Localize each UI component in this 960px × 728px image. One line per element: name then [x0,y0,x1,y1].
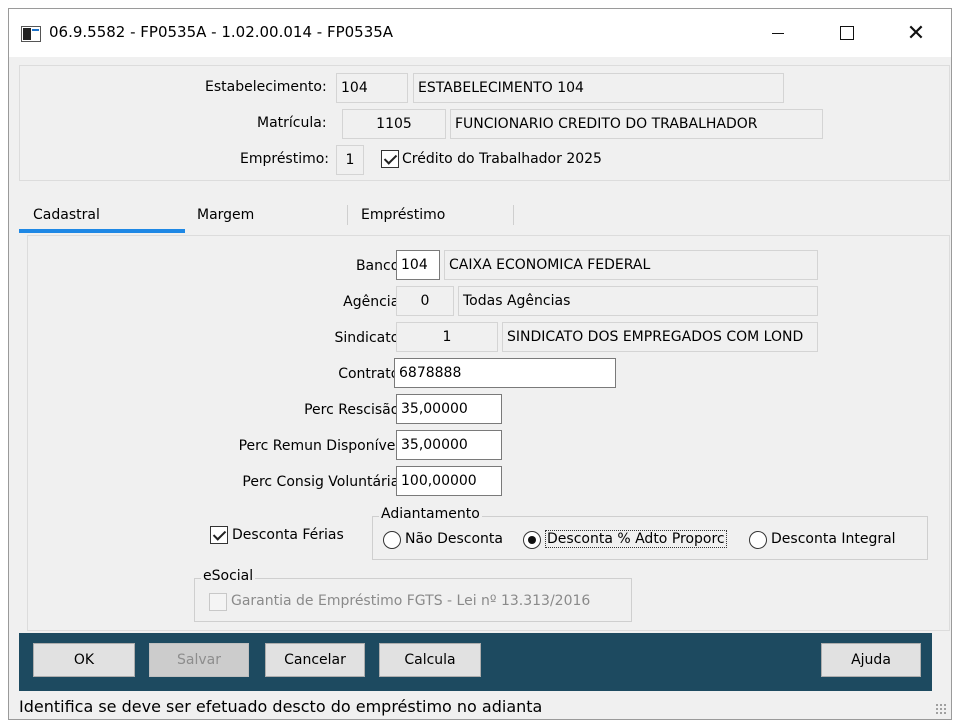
contrato-input[interactable]: 6878888 [394,358,616,388]
perc-consig-label: Perc Consig Voluntária: [242,474,404,490]
agencia-name-field: Todas Agências [458,286,818,316]
tab-cadastral-label: Cadastral [33,207,100,223]
header-panel: Estabelecimento: 104 ESTABELECIMENTO 104… [19,65,950,181]
active-tab-indicator [19,229,185,233]
estabelecimento-name-field: ESTABELECIMENTO 104 [413,73,784,103]
tab-separator [347,205,348,225]
ok-button[interactable]: OK [33,643,135,677]
calcula-button[interactable]: Calcula [379,643,481,677]
adiantamento-title: Adiantamento [379,506,482,522]
ajuda-button[interactable]: Ajuda [821,643,921,677]
tab-margem[interactable]: Margem [197,195,337,233]
perc-rescisao-label: Perc Rescisão: [304,402,404,418]
resize-grip-icon[interactable] [935,703,947,715]
credito-trabalhador-checkbox[interactable] [381,150,399,168]
minimize-icon [772,32,784,34]
agencia-label: Agência: [343,294,404,310]
matricula-code-field[interactable]: 1105 [342,109,446,139]
sindicato-label: Sindicato: [334,330,404,346]
minimize-button[interactable] [755,13,801,53]
radio-desconta-integral-label: Desconta Integral [771,531,896,547]
agencia-code-field[interactable]: 0 [396,286,454,316]
salvar-button[interactable]: Salvar [149,643,249,677]
radio-nao-desconta-label: Não Desconta [405,531,503,547]
matricula-name-field: FUNCIONARIO CREDITO DO TRABALHADOR [450,109,823,139]
adiantamento-group: Adiantamento Não Desconta Desconta % Adt… [372,506,928,560]
perc-remun-label: Perc Remun Disponível: [238,438,404,454]
emprestimo-field[interactable]: 1 [336,145,364,175]
matricula-label: Matrícula: [257,115,327,131]
title-bar[interactable]: 06.9.5582 - FP0535A - 1.02.00.014 - FP05… [9,9,951,57]
radio-nao-desconta[interactable] [383,531,401,549]
cancelar-button[interactable]: Cancelar [265,643,365,677]
close-button[interactable]: ✕ [893,13,939,53]
banco-name-field: CAIXA ECONOMICA FEDERAL [444,250,818,280]
status-bar: Identifica se deve ser efetuado descto d… [9,693,951,719]
maximize-button[interactable] [824,13,870,53]
tab-separator [513,205,514,225]
perc-remun-input[interactable]: 35,00000 [396,430,502,460]
estabelecimento-code-field[interactable]: 104 [336,73,408,103]
tab-strip: Cadastral Margem Empréstimo [19,195,950,235]
perc-consig-input[interactable]: 100,00000 [396,466,502,496]
esocial-group: eSocial Garantia de Empréstimo FGTS - Le… [194,568,632,622]
desconta-ferias-label: Desconta Férias [232,527,344,543]
sindicato-name-field: SINDICATO DOS EMPREGADOS COM LOND [502,322,818,352]
tab-margem-label: Margem [197,207,255,223]
perc-rescisao-input[interactable]: 35,00000 [396,394,502,424]
status-text: Identifica se deve ser efetuado descto d… [19,697,543,716]
tab-cadastral[interactable]: Cadastral [33,195,183,233]
credito-trabalhador-label: Crédito do Trabalhador 2025 [402,151,602,167]
tab-emprestimo[interactable]: Empréstimo [361,195,511,233]
estabelecimento-label: Estabelecimento: [205,79,327,95]
esocial-title: eSocial [201,568,256,584]
radio-desconta-integral[interactable] [749,531,767,549]
desconta-ferias-checkbox[interactable] [210,526,228,544]
cadastral-panel: Banco: 104 CAIXA ECONOMICA FEDERAL Agênc… [27,235,950,631]
banco-code-input[interactable]: 104 [396,250,440,280]
maximize-icon [840,26,854,40]
window-title: 06.9.5582 - FP0535A - 1.02.00.014 - FP05… [49,23,394,41]
garantia-fgts-label: Garantia de Empréstimo FGTS - Lei nº 13.… [231,593,591,609]
emprestimo-label: Empréstimo: [240,151,330,167]
radio-desconta-proporc-label: Desconta % Adto Proporc [545,530,727,548]
app-window-icon [21,26,41,42]
button-bar: OK Salvar Cancelar Calcula Ajuda [19,633,932,691]
radio-desconta-proporc[interactable] [523,531,541,549]
tab-emprestimo-label: Empréstimo [361,207,446,223]
sindicato-code-field[interactable]: 1 [396,322,498,352]
close-icon: ✕ [906,20,926,46]
garantia-fgts-checkbox[interactable] [209,593,227,611]
dialog-window: 06.9.5582 - FP0535A - 1.02.00.014 - FP05… [8,8,952,720]
